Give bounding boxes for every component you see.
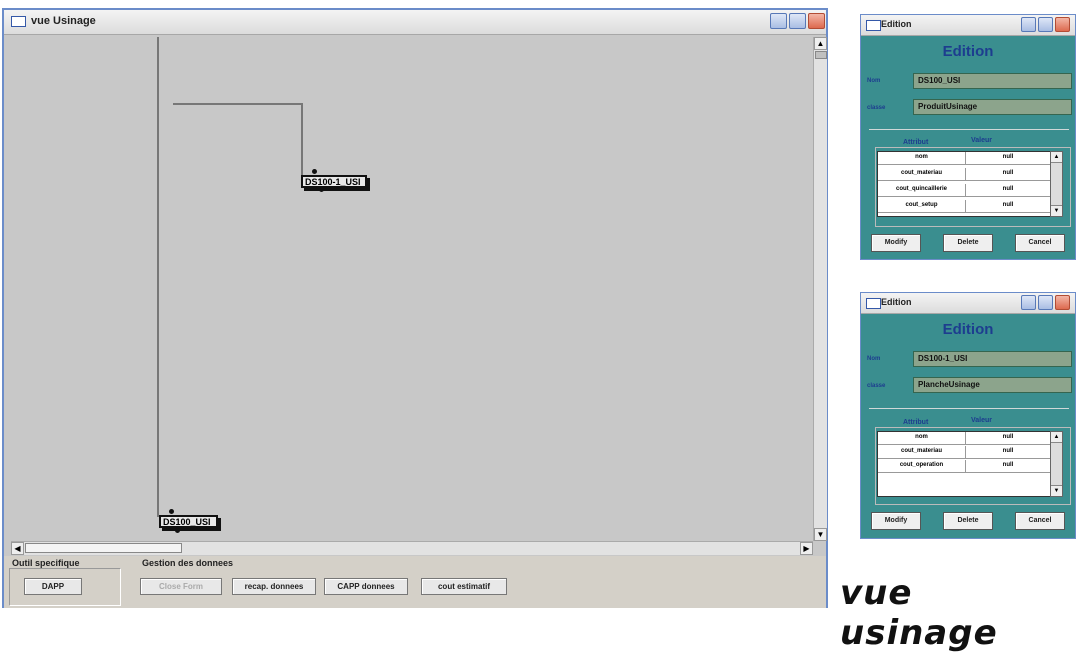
cout-estimatif-button[interactable]: cout estimatif	[421, 578, 507, 595]
value-cell[interactable]: null	[966, 432, 1050, 443]
nom-label: Nom	[867, 78, 881, 84]
attr-cell: cout_setup	[878, 200, 966, 212]
nom-label: Nom	[867, 356, 881, 362]
table-scrollbar[interactable]: ▲ ▼	[1050, 431, 1063, 497]
table-row[interactable]: nom null	[878, 432, 1050, 445]
attribut-header: Attribut	[903, 139, 929, 146]
modify-button[interactable]: Modify	[871, 234, 921, 252]
maximize-button[interactable]	[789, 13, 806, 29]
attr-cell: nom	[878, 432, 966, 444]
dialog-titlebar[interactable]: Edition	[861, 15, 1075, 36]
valeur-header: Valeur	[971, 417, 993, 424]
scroll-down-icon[interactable]: ▼	[814, 528, 827, 541]
capp-donnees-button[interactable]: CAPP donnees	[324, 578, 408, 595]
edition-dialog-1: Edition Edition Nom DS100_USI classe Pro…	[860, 14, 1076, 260]
attribute-table: nom null cout_materiau null cout_operati…	[877, 431, 1051, 497]
table-row[interactable]: cout_setup null	[878, 200, 1050, 213]
edition-dialog-2: Edition Edition Nom DS100-1_USI classe P…	[860, 292, 1076, 539]
table-row[interactable]: cout_operation null	[878, 460, 1050, 473]
classe-label: classe	[867, 105, 886, 111]
recap-donnees-button[interactable]: recap. donnees	[232, 578, 316, 595]
dialog-heading: Edition	[942, 321, 994, 338]
window-icon	[11, 16, 26, 27]
separator	[869, 408, 1069, 409]
link-wire	[301, 103, 303, 178]
close-button[interactable]	[1055, 295, 1070, 310]
classe-field[interactable]: ProduitUsinage	[913, 99, 1072, 115]
maximize-button[interactable]	[1038, 17, 1053, 32]
cancel-button[interactable]: Cancel	[1015, 512, 1065, 530]
separator	[869, 129, 1069, 130]
outil-group-label: Outil specifique	[12, 558, 80, 568]
figure-caption: vue usinage	[840, 573, 998, 653]
gestion-group-label: Gestion des donnees	[142, 558, 234, 568]
valeur-header: Valeur	[971, 137, 993, 144]
nom-field[interactable]: DS100_USI	[913, 73, 1072, 89]
scroll-right-icon[interactable]: ▶	[800, 542, 813, 555]
delete-button[interactable]: Delete	[943, 512, 993, 530]
scroll-thumb[interactable]	[25, 543, 182, 553]
close-button[interactable]	[1055, 17, 1070, 32]
close-button[interactable]	[808, 13, 825, 29]
value-cell[interactable]: null	[966, 184, 1050, 195]
diagram-canvas[interactable]: DS100-1_USI DS100_USI	[11, 37, 813, 541]
value-cell[interactable]: null	[966, 460, 1050, 471]
link-wire	[173, 103, 303, 105]
table-row[interactable]: nom null	[878, 152, 1050, 165]
dialog-title: Edition	[881, 297, 912, 307]
scroll-up-icon[interactable]: ▲	[1051, 432, 1062, 443]
dapp-button[interactable]: DAPP	[24, 578, 82, 595]
value-cell[interactable]: null	[966, 152, 1050, 163]
dialog-titlebar[interactable]: Edition	[861, 293, 1075, 314]
value-cell[interactable]: null	[966, 168, 1050, 179]
minimize-button[interactable]	[770, 13, 787, 29]
maximize-button[interactable]	[1038, 295, 1053, 310]
bottom-toolbar: Outil specifique DAPP Gestion des donnee…	[4, 556, 826, 608]
usinage-window: vue Usinage DS100-1_USI DS100_USI ▲ ▼ ◀ …	[2, 8, 828, 608]
modify-button[interactable]: Modify	[871, 512, 921, 530]
close-form-button[interactable]: Close Form	[140, 578, 222, 595]
scroll-left-icon[interactable]: ◀	[11, 542, 24, 555]
scroll-up-icon[interactable]: ▲	[814, 37, 827, 50]
attr-cell: cout_materiau	[878, 446, 966, 458]
cancel-button[interactable]: Cancel	[1015, 234, 1065, 252]
node-connector[interactable]	[175, 528, 180, 533]
dialog-heading: Edition	[942, 43, 994, 60]
value-cell[interactable]: null	[966, 446, 1050, 457]
scroll-up-icon[interactable]: ▲	[1051, 152, 1062, 163]
horizontal-scrollbar[interactable]: ◀ ▶	[11, 541, 813, 555]
node-connector[interactable]	[312, 169, 317, 174]
diagram-node[interactable]: DS100-1_USI	[301, 175, 367, 188]
dialog-title: Edition	[881, 19, 912, 29]
diagram-node[interactable]: DS100_USI	[159, 515, 218, 528]
scroll-down-icon[interactable]: ▼	[1051, 205, 1062, 216]
table-row[interactable]: cout_quincaillerie null	[878, 184, 1050, 197]
table-row[interactable]: cout_materiau null	[878, 446, 1050, 459]
window-titlebar[interactable]: vue Usinage	[4, 10, 826, 35]
table-row[interactable]: cout_materiau null	[878, 168, 1050, 181]
attr-cell: nom	[878, 152, 966, 164]
table-scrollbar[interactable]: ▲ ▼	[1050, 151, 1063, 217]
minimize-button[interactable]	[1021, 17, 1036, 32]
link-wire	[157, 37, 159, 517]
value-cell[interactable]: null	[966, 200, 1050, 211]
window-icon	[866, 20, 881, 31]
minimize-button[interactable]	[1021, 295, 1036, 310]
scroll-down-icon[interactable]: ▼	[1051, 485, 1062, 496]
attribute-table: nom null cout_materiau null cout_quincai…	[877, 151, 1051, 217]
classe-label: classe	[867, 383, 886, 389]
scroll-thumb[interactable]	[815, 51, 827, 59]
attr-cell: cout_quincaillerie	[878, 184, 966, 196]
window-icon	[866, 298, 881, 309]
nom-field[interactable]: DS100-1_USI	[913, 351, 1072, 367]
attr-cell: cout_materiau	[878, 168, 966, 180]
classe-field[interactable]: PlancheUsinage	[913, 377, 1072, 393]
attr-cell: cout_operation	[878, 460, 966, 472]
node-connector[interactable]	[169, 509, 174, 514]
delete-button[interactable]: Delete	[943, 234, 993, 252]
vertical-scrollbar[interactable]: ▲ ▼	[813, 37, 827, 541]
window-title: vue Usinage	[31, 15, 96, 27]
attribut-header: Attribut	[903, 419, 929, 426]
